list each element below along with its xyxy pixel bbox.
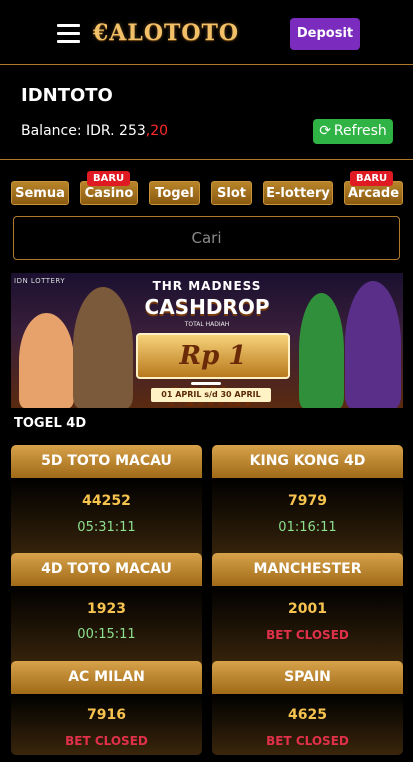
new-badge: BARU: [87, 171, 131, 186]
banner-prize-label: TOTAL HADIAH: [184, 321, 230, 328]
refresh-label: Refresh: [333, 123, 387, 139]
market-card[interactable]: 4D TOTO MACAU 1923 00:15:11: [11, 553, 202, 669]
market-result: 1923: [87, 601, 126, 617]
banner-dates: 01 APRIL s/d 30 APRIL 2025: [151, 388, 271, 408]
market-result: 2001: [288, 601, 327, 617]
refresh-button[interactable]: ⟳ Refresh: [313, 119, 393, 144]
market-name: SPAIN: [212, 661, 403, 694]
tab-label: Arcade: [347, 186, 400, 201]
tab-semua[interactable]: Semua: [11, 181, 69, 205]
market-name: AC MILAN: [11, 661, 202, 694]
market-name: 4D TOTO MACAU: [11, 553, 202, 586]
market-result: 7979: [288, 493, 327, 509]
search-input[interactable]: Cari: [13, 216, 400, 260]
tab-label: Slot: [217, 186, 246, 201]
top-header: €ALOTOTO Deposit: [0, 0, 413, 65]
market-name: KING KONG 4D: [212, 445, 403, 478]
tab-label: E-lottery: [266, 186, 330, 201]
account-panel: IDNTOTO Balance: IDR. 253,20 ⟳ Refresh: [0, 65, 413, 160]
market-countdown: 05:31:11: [77, 520, 136, 535]
market-card[interactable]: KING KONG 4D 7979 01:16:11: [212, 445, 403, 561]
market-card[interactable]: SPAIN 4625 BET CLOSED: [212, 661, 403, 755]
banner-title: THR MADNESS: [152, 279, 262, 293]
promo-banner[interactable]: IDN LOTTERY THR MADNESS CASHDROP TOTAL H…: [11, 273, 403, 408]
deposit-button[interactable]: Deposit: [290, 18, 360, 50]
market-countdown: 00:15:11: [77, 627, 136, 642]
carousel-indicator[interactable]: [191, 382, 221, 385]
market-result: 44252: [82, 493, 131, 509]
tab-slot[interactable]: Slot: [211, 181, 252, 205]
market-name: MANCHESTER: [212, 553, 403, 586]
balance-decimal: ,20: [145, 123, 169, 139]
hamburger-menu-icon[interactable]: [57, 24, 80, 43]
banner-prize: Rp 1 Miliar: [136, 333, 290, 408]
tab-elottery[interactable]: E-lottery: [263, 181, 333, 205]
market-status: BET CLOSED: [65, 734, 148, 748]
market-card[interactable]: 5D TOTO MACAU 44252 05:31:11: [11, 445, 202, 561]
game-category-tabs: Semua BARU Casino Togel Slot E-lottery B…: [11, 171, 406, 205]
market-result: 7916: [87, 707, 126, 723]
tab-casino[interactable]: BARU Casino: [80, 171, 138, 205]
section-title: TOGEL 4D: [14, 416, 87, 431]
balance-text: Balance: IDR. 253,20: [21, 123, 168, 139]
username: IDNTOTO: [21, 85, 113, 106]
new-badge: BARU: [350, 171, 394, 186]
tab-togel[interactable]: Togel: [149, 181, 200, 205]
market-result: 4625: [288, 707, 327, 723]
site-logo[interactable]: €ALOTOTO: [93, 16, 239, 50]
market-card[interactable]: AC MILAN 7916 BET CLOSED: [11, 661, 202, 755]
market-status: BET CLOSED: [266, 628, 349, 642]
refresh-icon: ⟳: [319, 123, 331, 139]
tab-label: Casino: [84, 186, 134, 201]
market-countdown: 01:16:11: [278, 520, 337, 535]
banner-subtitle: CASHDROP: [144, 295, 270, 319]
market-card[interactable]: MANCHESTER 2001 BET CLOSED: [212, 553, 403, 669]
market-name: 5D TOTO MACAU: [11, 445, 202, 478]
tab-arcade[interactable]: BARU Arcade: [344, 171, 403, 205]
balance-amount: Balance: IDR. 253: [21, 123, 146, 139]
market-status: BET CLOSED: [266, 734, 349, 748]
tab-label: Togel: [155, 186, 194, 201]
tab-label: Semua: [15, 186, 65, 201]
